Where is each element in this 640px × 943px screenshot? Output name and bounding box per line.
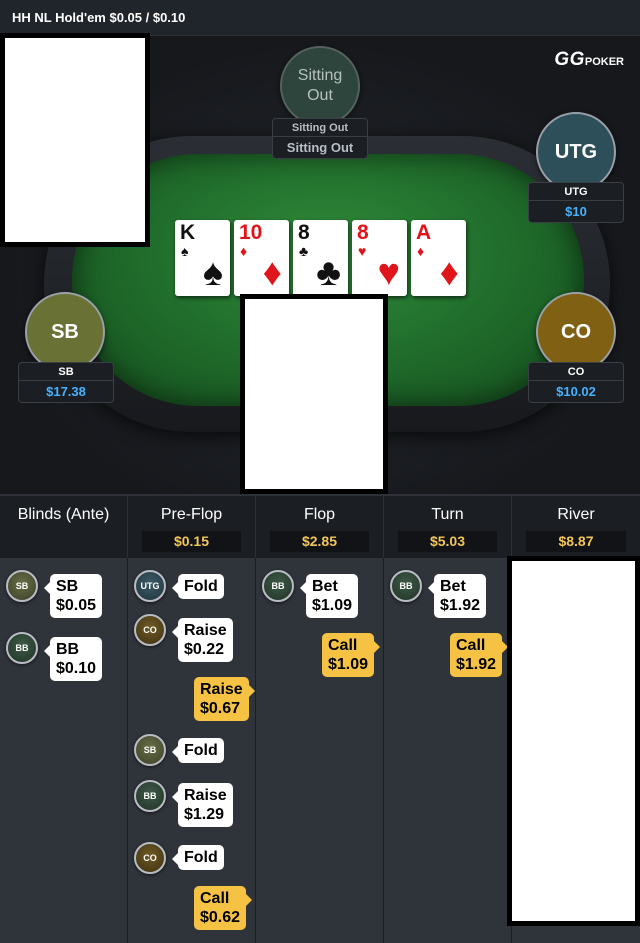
- action-bubble: Raise $1.29: [172, 783, 233, 827]
- card-suit-small: ♦: [240, 243, 248, 259]
- actions-preflop: UTG Fold CO Raise $0.22 Raise $0.67 SB F…: [128, 558, 256, 943]
- redacted-seat-top-left: [0, 33, 150, 247]
- card-suit-large: ♣: [316, 252, 341, 294]
- card-rank: 10: [239, 221, 263, 244]
- street-river: River $8.87: [512, 496, 640, 560]
- card-suit-small: ♥: [358, 243, 367, 259]
- seat-sitting-out-label: Sitting Out: [297, 67, 343, 104]
- hero-action-bubble: Call $0.62: [194, 886, 253, 930]
- hand-replay-window: HH NL Hold'em $0.05 / $0.10 GGPOKER Sitt…: [0, 0, 640, 943]
- seat-utg-name: UTG: [529, 183, 623, 201]
- hero-action-bubble: Raise $0.67: [194, 677, 255, 721]
- position-chip-utg: UTG: [134, 570, 166, 602]
- card-rank: 8: [298, 221, 310, 244]
- title-bar: HH NL Hold'em $0.05 / $0.10: [0, 0, 640, 36]
- seat-co-name: CO: [529, 363, 623, 381]
- board-card-4: 8 ♥ ♥: [352, 220, 407, 296]
- seat-sb-stack: $17.38: [46, 384, 86, 399]
- board-card-1: K ♠ ♠: [175, 220, 230, 296]
- street-pot: $0.15: [142, 531, 241, 552]
- street-label: Flop: [303, 506, 336, 523]
- street-label: Turn: [431, 506, 464, 523]
- seat-sb-name: SB: [19, 363, 113, 381]
- street-label: Blinds (Ante): [17, 506, 110, 523]
- street-header-row: Blinds (Ante) Pre-Flop $0.15 Flop $2.85 …: [0, 494, 640, 560]
- position-chip-bb: BB: [390, 570, 422, 602]
- board-card-3: 8 ♣ ♣: [293, 220, 348, 296]
- street-pot: $2.85: [270, 531, 369, 552]
- actions-blinds: SB SB $0.05 BB BB $0.10: [0, 558, 128, 943]
- card-suit-large: ♠: [202, 252, 223, 294]
- street-label: Pre-Flop: [160, 506, 223, 523]
- card-rank: 8: [357, 221, 369, 244]
- card-suit-large: ♥: [377, 252, 400, 294]
- street-turn: Turn $5.03: [384, 496, 512, 560]
- seat-sitting-out-plate: Sitting Out Sitting Out: [272, 118, 368, 159]
- hero-action-bubble: Call $1.09: [322, 633, 381, 677]
- seat-utg-label: UTG: [554, 140, 598, 163]
- street-preflop: Pre-Flop $0.15: [128, 496, 256, 560]
- seat-sb: SB: [25, 292, 105, 372]
- position-chip-co: CO: [134, 842, 166, 874]
- seat-sb-label: SB: [51, 320, 79, 343]
- window-title: HH NL Hold'em $0.05 / $0.10: [12, 10, 186, 25]
- card-rank: A: [416, 221, 432, 244]
- card-rank: K: [180, 221, 196, 244]
- action-bubble: BB $0.10: [43, 637, 103, 681]
- actions-flop: BB Bet $1.09 Call $1.09: [256, 558, 384, 943]
- seat-sitting-out-name: Sitting Out: [273, 119, 367, 137]
- card-suit-small: ♣: [299, 243, 309, 259]
- position-chip-sb: SB: [134, 734, 166, 766]
- action-bubble: Bet $1.92: [427, 574, 487, 618]
- street-label: River: [557, 506, 595, 523]
- street-pot: $5.03: [398, 531, 497, 552]
- seat-utg: UTG: [536, 112, 616, 192]
- seat-co-label: CO: [561, 320, 591, 343]
- seat-utg-stack: $10: [565, 204, 587, 219]
- actions-turn: BB Bet $1.92 Call $1.92: [384, 558, 512, 943]
- redacted-hero-seat: [240, 294, 388, 494]
- card-suit-large: ♦: [439, 252, 459, 294]
- seat-co-plate: CO $10.02: [528, 362, 624, 403]
- redacted-river-column: [507, 556, 640, 926]
- seat-sb-plate: SB $17.38: [18, 362, 114, 403]
- seat-utg-plate: UTG $10: [528, 182, 624, 223]
- position-chip-bb: BB: [262, 570, 294, 602]
- board-card-2: 10 ♦ ♦: [234, 220, 289, 296]
- action-bubble: Fold: [172, 574, 224, 599]
- seat-co: CO: [536, 292, 616, 372]
- position-chip-bb: BB: [6, 632, 38, 664]
- card-suit-large: ♦: [262, 252, 282, 294]
- action-bubble: Raise $0.22: [172, 618, 233, 662]
- board-card-5: A ♦ ♦: [411, 220, 466, 296]
- street-pot: $8.87: [526, 531, 626, 552]
- card-suit-small: ♠: [181, 243, 189, 259]
- action-bubble: Bet $1.09: [299, 574, 359, 618]
- seat-sitting-out-status: Sitting Out: [286, 140, 354, 155]
- action-bubble: Fold: [172, 738, 224, 763]
- card-suit-small: ♦: [417, 243, 425, 259]
- position-chip-bb: BB: [134, 780, 166, 812]
- street-flop: Flop $2.85: [256, 496, 384, 560]
- seat-co-stack: $10.02: [556, 384, 596, 399]
- seat-sitting-out: Sitting Out: [280, 46, 360, 126]
- action-bubble: SB $0.05: [43, 574, 103, 618]
- position-chip-co: CO: [134, 614, 166, 646]
- ggpoker-logo: GGPOKER: [554, 49, 624, 70]
- action-bubble: Fold: [172, 845, 224, 870]
- street-blinds: Blinds (Ante): [0, 496, 128, 560]
- position-chip-sb: SB: [6, 570, 38, 602]
- hero-action-bubble: Call $1.92: [450, 633, 509, 677]
